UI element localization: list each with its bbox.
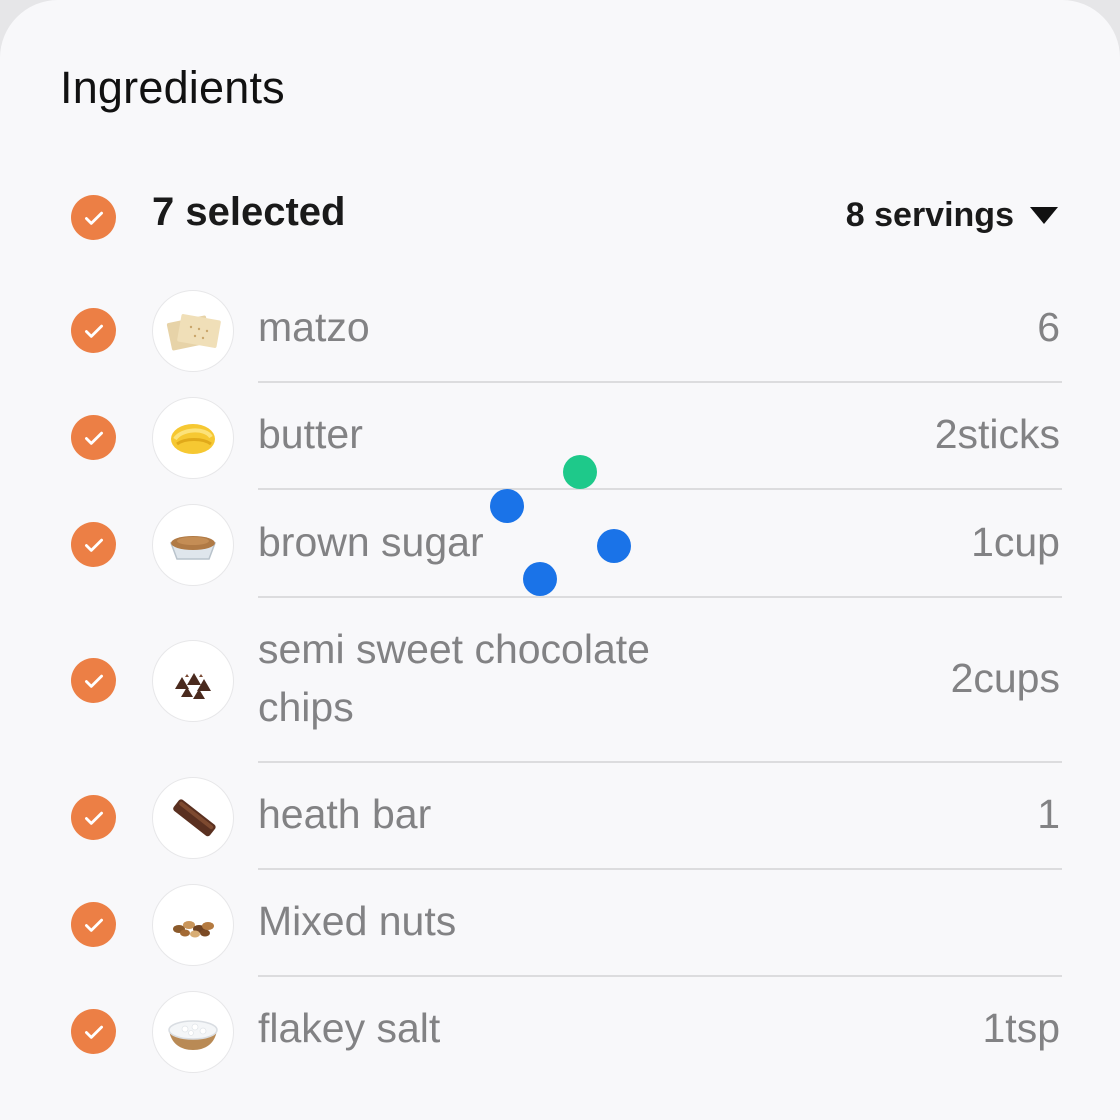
- ingredient-checkbox[interactable]: [71, 658, 116, 703]
- ingredient-name: brown sugar: [258, 519, 484, 565]
- caret-down-icon: [1030, 207, 1058, 224]
- ingredient-quantity: 2cups: [950, 655, 1060, 701]
- ingredient-name: semi sweet chocolate chips: [258, 626, 650, 730]
- servings-label: 8 servings: [845, 196, 1014, 234]
- servings-dropdown[interactable]: 8 servings: [846, 196, 1058, 235]
- blue-dot-marker: [597, 529, 631, 563]
- ingredient-name: Mixed nuts: [258, 898, 457, 944]
- mixed-nuts-icon: [152, 884, 234, 966]
- chocolate-chips-icon: [152, 640, 234, 722]
- checkmark-icon: [84, 1025, 103, 1039]
- ingredient-checkbox[interactable]: [71, 795, 116, 840]
- row-divider: [258, 868, 1062, 870]
- checkmark-icon: [84, 674, 103, 688]
- select-all-checkbox[interactable]: [71, 195, 116, 240]
- checkmark-icon: [84, 811, 103, 825]
- ingredient-quantity: 6: [1037, 304, 1060, 350]
- ingredient-checkbox[interactable]: [71, 415, 116, 460]
- blue-dot-marker: [523, 562, 557, 596]
- blue-dot-marker: [490, 489, 524, 523]
- ingredient-name: butter: [258, 411, 363, 457]
- ingredient-checkbox[interactable]: [71, 902, 116, 947]
- ingredient-quantity: 1cup: [971, 519, 1060, 565]
- row-divider: [258, 596, 1062, 598]
- checkmark-icon: [84, 538, 103, 552]
- ingredient-checkbox[interactable]: [71, 522, 116, 567]
- green-dot-marker: [563, 455, 597, 489]
- row-divider: [258, 488, 1062, 490]
- ingredient-quantity: 1: [1037, 791, 1060, 837]
- ingredient-checkbox[interactable]: [71, 308, 116, 353]
- ingredient-checkbox[interactable]: [71, 1009, 116, 1054]
- ingredient-name: matzo: [258, 304, 370, 350]
- row-divider: [258, 381, 1062, 383]
- ingredient-name: flakey salt: [258, 1005, 441, 1051]
- heath-bar-icon: [152, 777, 234, 859]
- checkmark-icon: [84, 324, 103, 338]
- row-divider: [258, 975, 1062, 977]
- checkmark-icon: [84, 431, 103, 445]
- checkmark-icon: [84, 918, 103, 932]
- selected-count: 7 selected: [152, 190, 346, 234]
- ingredient-quantity: 1tsp: [982, 1005, 1061, 1051]
- flakey-salt-icon: [152, 991, 234, 1073]
- butter-icon: [152, 397, 234, 479]
- ingredient-quantity: 2sticks: [934, 411, 1060, 457]
- ingredient-name: heath bar: [258, 791, 432, 837]
- checkmark-icon: [84, 211, 103, 225]
- matzo-icon: [152, 290, 234, 372]
- page-title: Ingredients: [60, 62, 285, 113]
- ingredients-card: Ingredients 7 selected 8 servings matzo …: [0, 0, 1120, 1120]
- brown-sugar-icon: [152, 504, 234, 586]
- row-divider: [258, 761, 1062, 763]
